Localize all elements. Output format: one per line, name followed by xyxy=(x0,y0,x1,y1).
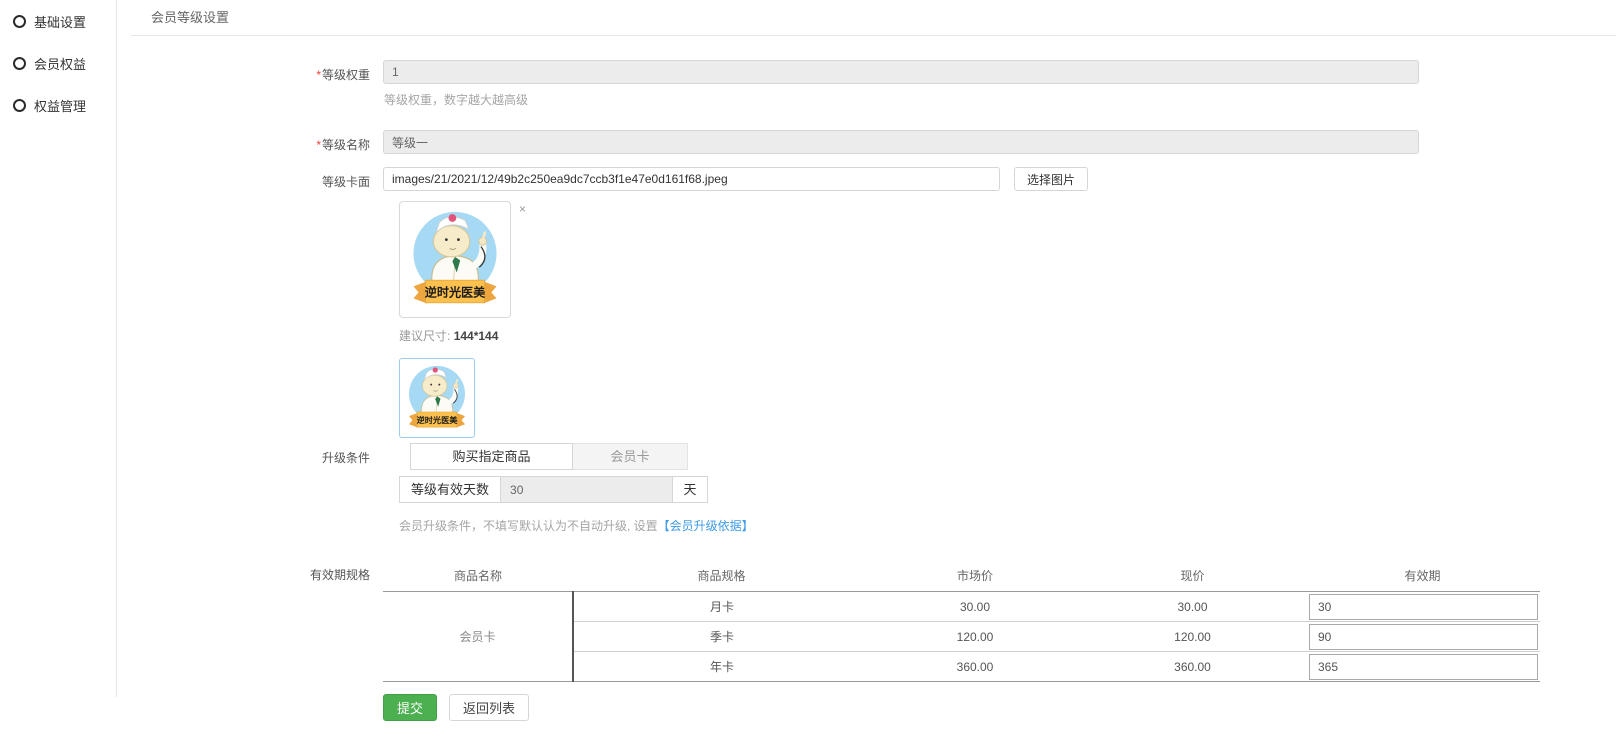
size-hint-value: 144*144 xyxy=(454,329,499,343)
weight-input[interactable] xyxy=(383,60,1419,84)
upgrade-tabs: 购买指定商品 会员卡 xyxy=(410,443,1616,470)
required-mark: * xyxy=(316,68,321,82)
member-level-settings-page: 基础设置 会员权益 权益管理 会员等级设置 *等级权重 等级权重，数字越大越高级 xyxy=(0,0,1616,697)
form-row-name: *等级名称 xyxy=(117,130,1616,154)
sidebar-item-member-benefits[interactable]: 会员权益 xyxy=(0,48,116,79)
upgrade-label: 升级条件 xyxy=(117,443,383,534)
form-row-weight: *等级权重 等级权重，数字越大越高级 xyxy=(117,60,1616,108)
spec-cell: 月卡 xyxy=(573,592,870,622)
card-image-preview xyxy=(399,201,511,318)
days-unit-label: 天 xyxy=(673,476,708,503)
level-form: *等级权重 等级权重，数字越大越高级 *等级名称 等级卡面 xyxy=(117,36,1616,737)
form-row-upgrade: 升级条件 购买指定商品 会员卡 等级有效天数 天 会员升级条件，不填写默认认为不… xyxy=(117,443,1616,534)
spec-table: 商品名称 商品规格 市场价 现价 有效期 会员卡 月卡 30.0 xyxy=(383,563,1540,682)
current-price-cell: 30.00 xyxy=(1080,592,1305,622)
tab-buy-specified-goods[interactable]: 购买指定商品 xyxy=(410,443,573,470)
size-hint: 建议尺寸: 144*144 xyxy=(399,327,1616,344)
form-row-actions: 提交 返回列表 xyxy=(117,682,1616,737)
col-product-name: 商品名称 xyxy=(383,563,573,592)
sidebar-item-basic-settings[interactable]: 基础设置 xyxy=(0,6,116,37)
required-mark: * xyxy=(316,138,321,152)
card-image-preview-wrap: × xyxy=(399,201,1616,318)
upgrade-hint: 会员升级条件，不填写默认认为不自动升级, 设置【会员升级依据】 xyxy=(399,517,1616,534)
spec-cell: 季卡 xyxy=(573,622,870,652)
weight-hint: 等级权重，数字越大越高级 xyxy=(384,91,1616,108)
name-label: *等级名称 xyxy=(117,130,383,154)
form-row-card-face: 等级卡面 选择图片 × 建议尺寸: 144*144 xyxy=(117,167,1616,438)
validity-input-month[interactable] xyxy=(1309,594,1538,620)
sidebar-item-label: 会员权益 xyxy=(34,54,86,73)
current-price-cell: 120.00 xyxy=(1080,622,1305,652)
main-content: 会员等级设置 *等级权重 等级权重，数字越大越高级 *等级名称 xyxy=(117,0,1616,697)
tab-membership-card[interactable]: 会员卡 xyxy=(573,443,688,470)
radio-icon xyxy=(13,15,26,28)
close-icon[interactable]: × xyxy=(519,203,526,215)
validity-input-year[interactable] xyxy=(1309,654,1538,680)
validity-spec-label: 有效期规格 xyxy=(117,563,383,682)
sidebar-item-benefit-management[interactable]: 权益管理 xyxy=(0,90,116,121)
valid-days-input[interactable] xyxy=(501,476,673,503)
current-price-cell: 360.00 xyxy=(1080,652,1305,682)
level-card-image-small xyxy=(402,361,472,435)
radio-icon xyxy=(13,57,26,70)
page-title-text: 会员等级设置 xyxy=(151,10,229,25)
validity-input-season[interactable] xyxy=(1309,624,1538,650)
product-name-cell: 会员卡 xyxy=(383,592,573,682)
radio-icon xyxy=(13,99,26,112)
sidebar-item-label: 权益管理 xyxy=(34,96,86,115)
card-face-label: 等级卡面 xyxy=(117,167,383,438)
weight-label: *等级权重 xyxy=(117,60,383,108)
submit-button[interactable]: 提交 xyxy=(383,694,437,721)
name-input[interactable] xyxy=(383,130,1419,154)
page-title: 会员等级设置 xyxy=(131,0,1616,36)
table-row: 会员卡 月卡 30.00 30.00 xyxy=(383,592,1540,622)
card-image-path-input[interactable] xyxy=(383,167,1000,191)
choose-image-button[interactable]: 选择图片 xyxy=(1014,167,1088,191)
col-market-price: 市场价 xyxy=(870,563,1080,592)
upgrade-basis-link[interactable]: 【会员升级依据】 xyxy=(658,519,754,533)
valid-days-label: 等级有效天数 xyxy=(399,476,501,503)
spec-cell: 年卡 xyxy=(573,652,870,682)
market-price-cell: 360.00 xyxy=(870,652,1080,682)
card-image-thumbnail xyxy=(399,358,475,438)
market-price-cell: 30.00 xyxy=(870,592,1080,622)
col-validity: 有效期 xyxy=(1305,563,1540,592)
col-product-spec: 商品规格 xyxy=(573,563,870,592)
col-current-price: 现价 xyxy=(1080,563,1305,592)
form-row-validity-spec: 有效期规格 商品名称 商品规格 市场价 现价 xyxy=(117,563,1616,682)
market-price-cell: 120.00 xyxy=(870,622,1080,652)
spec-table-header-row: 商品名称 商品规格 市场价 现价 有效期 xyxy=(383,563,1540,592)
sidebar-item-label: 基础设置 xyxy=(34,12,86,31)
valid-days-group: 等级有效天数 天 xyxy=(399,476,1616,503)
back-to-list-button[interactable]: 返回列表 xyxy=(449,694,529,721)
sidebar: 基础设置 会员权益 权益管理 xyxy=(0,0,117,697)
level-card-image xyxy=(403,205,507,314)
